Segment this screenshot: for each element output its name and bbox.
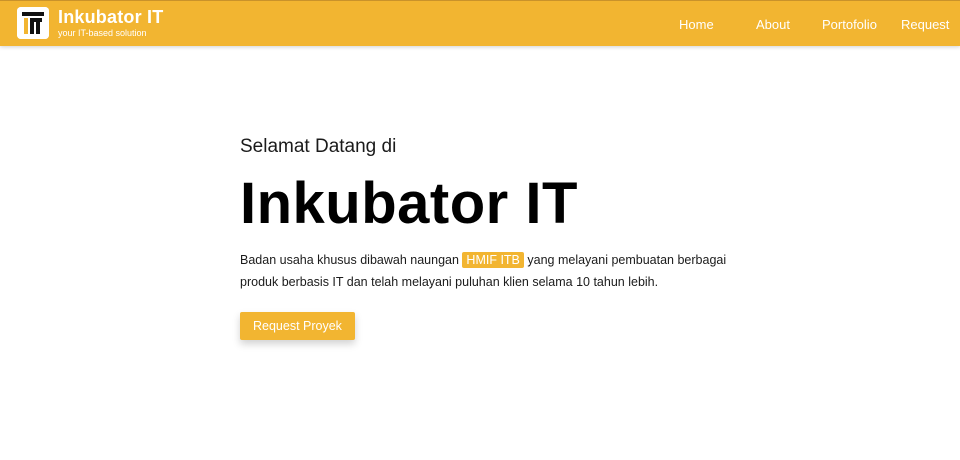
it-logo-icon <box>17 7 49 39</box>
request-project-button[interactable]: Request Proyek <box>240 312 355 340</box>
brand-title: Inkubator IT <box>58 7 164 27</box>
nav-home[interactable]: Home <box>679 1 714 47</box>
hero-greeting: Selamat Datang di <box>240 136 397 157</box>
description-text-before: Badan usaha khusus dibawah naungan <box>240 253 459 267</box>
hero-title: Inkubator IT <box>240 171 578 236</box>
navbar: Inkubator IT your IT-based solution Home… <box>0 0 960 46</box>
nav-request[interactable]: Request <box>901 1 949 47</box>
nav-about[interactable]: About <box>756 1 790 47</box>
brand-tagline: your IT-based solution <box>58 28 147 38</box>
hero-section: Selamat Datang di Inkubator IT Badan usa… <box>240 136 740 340</box>
hero-description: Badan usaha khusus dibawah naungan HMIF … <box>240 249 730 293</box>
brand-text: Inkubator IT your IT-based solution <box>58 8 163 38</box>
nav-portfolio[interactable]: Portofolio <box>822 1 877 47</box>
brand-home-link[interactable]: Inkubator IT your IT-based solution <box>17 7 163 39</box>
hmif-itb-highlight: HMIF ITB <box>462 252 524 268</box>
